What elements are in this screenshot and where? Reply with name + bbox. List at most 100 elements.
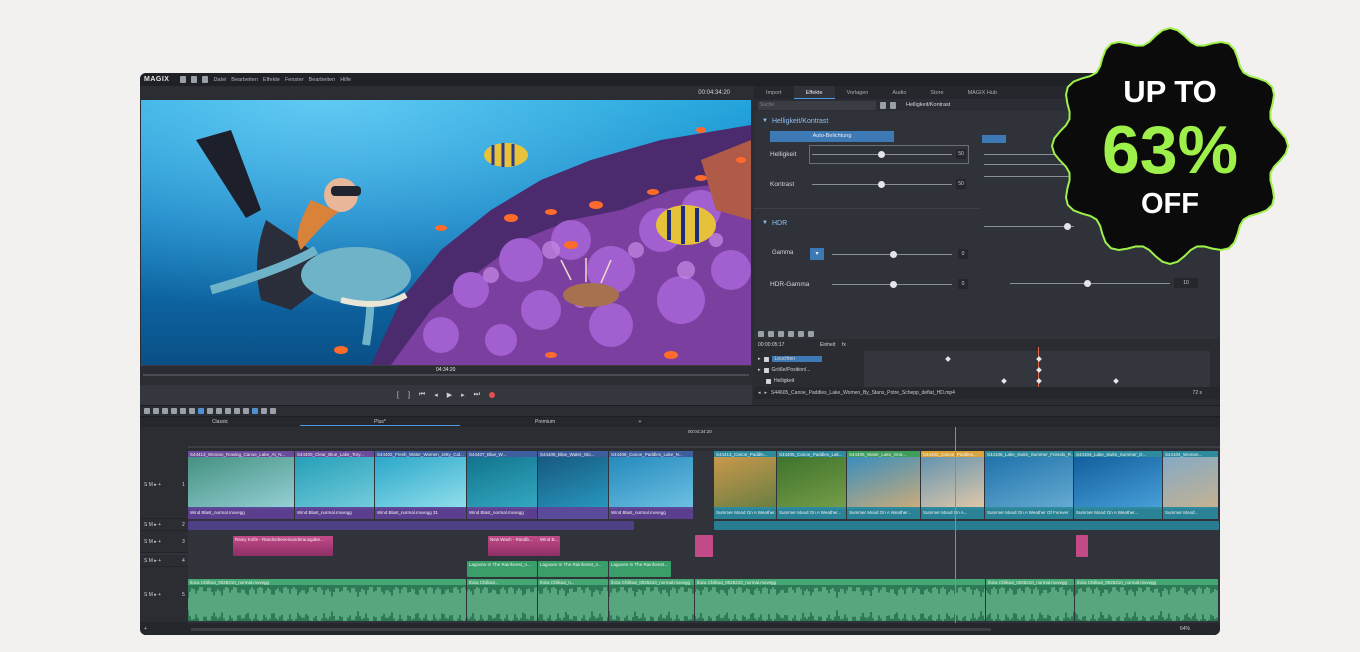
tab-import[interactable]: Import (754, 86, 794, 99)
menu-hilfe[interactable]: Hilfe (340, 77, 351, 83)
sub-clip[interactable]: Summer Mood On A Weather... (714, 509, 776, 519)
kf-delete-icon[interactable] (788, 331, 794, 337)
magnet-icon[interactable] (198, 408, 204, 414)
section-header-hdr[interactable]: ▼ HDR (754, 216, 979, 230)
record-icon[interactable] (488, 392, 495, 398)
track-controls[interactable]: S M ▸ + (144, 482, 161, 488)
sub-clip[interactable]: Wind Blast_normal.mxvegg (609, 509, 693, 519)
add-tab-icon[interactable]: + (630, 419, 650, 425)
save-icon[interactable] (202, 76, 209, 83)
skip-start-icon[interactable]: ⏮ (419, 391, 425, 399)
menu-effekte[interactable]: Effekte (263, 77, 280, 83)
sub-clip[interactable]: Wind Blast_normal.mxvegg (467, 509, 537, 519)
mode-icon[interactable] (252, 408, 258, 414)
mixer-icon[interactable] (270, 408, 276, 414)
lagoon-clip[interactable]: Lagoons In The Rainforest_n... (467, 561, 537, 577)
preview-scrubber[interactable]: 04:34:20 (140, 365, 752, 385)
expand-icon[interactable]: ▸ (758, 367, 761, 373)
ripple-icon[interactable] (243, 408, 249, 414)
audio-clip[interactable]: Ibiza Chillout_0026210_normal.mxvegg (695, 579, 985, 621)
audio-clip[interactable]: Ibiza Chillout_0026210_normal.mxvegg (609, 579, 694, 621)
step-back-icon[interactable]: ◂ (434, 391, 438, 399)
stretch-icon[interactable] (261, 408, 267, 414)
kf-checkbox[interactable] (763, 356, 769, 362)
hdr-gamma-knob[interactable] (890, 281, 897, 288)
auto-belichtung-button[interactable]: Auto-Belichtung (770, 131, 894, 142)
sub-clip[interactable]: Wind Blast_normal.mxvegg 31 (375, 509, 466, 519)
add-track-icon[interactable]: + (144, 626, 147, 632)
lagoon-clip[interactable]: Lagoons In The Rainforest... (609, 561, 671, 577)
fx-clip[interactable]: Rainy Knife - Randnebeneinanderausgabe..… (233, 536, 333, 556)
timeline-playhead[interactable] (955, 427, 956, 623)
audio-strip[interactable] (188, 521, 634, 530)
expand-icon[interactable]: ▸ (758, 356, 761, 362)
split-icon[interactable] (189, 408, 195, 414)
menu-datei[interactable]: Datei (213, 77, 226, 83)
step-forward-icon[interactable]: ▸ (461, 391, 465, 399)
transition-clip[interactable] (1076, 535, 1088, 557)
sub-clip[interactable]: Summer Mood On A Weather... (1074, 509, 1162, 519)
open-folder-icon[interactable] (191, 76, 198, 83)
tab-audio[interactable]: Audio (880, 86, 918, 99)
arranger-tab-plus[interactable]: Plus* (300, 419, 460, 426)
kf-checkbox[interactable] (766, 378, 771, 384)
filter-icon[interactable] (890, 101, 896, 109)
track-header[interactable]: S M ▸ + 2 (140, 519, 188, 531)
secondary-button[interactable] (982, 135, 1006, 143)
sub-clip[interactable]: Summer Mood... (1163, 509, 1218, 519)
gamma-knob[interactable] (890, 251, 897, 258)
track-controls[interactable]: S M ▸ + (144, 522, 161, 528)
helligkeit-knob[interactable] (878, 151, 885, 158)
tab-store[interactable]: Store (918, 86, 955, 99)
new-file-icon[interactable] (180, 76, 187, 83)
track-controls[interactable]: S M ▸ + (144, 539, 161, 545)
search-input[interactable]: Suche (758, 100, 876, 110)
track-header[interactable]: S M ▸ + 5 (140, 567, 188, 623)
track-header[interactable]: S M ▸ + 3 (140, 531, 188, 553)
sub-clip[interactable]: Wind Blast_normal.mxvegg (295, 509, 374, 519)
sub-clip[interactable]: Summer Mood On A Weather... (777, 509, 846, 519)
gamma-dropdown-chevron-down-icon[interactable]: ▾ (810, 248, 824, 260)
sub-clip[interactable]: Wind Blast_normal.mxvegg (188, 509, 294, 519)
video-preview[interactable] (141, 100, 751, 365)
undo-icon[interactable] (144, 408, 150, 414)
arranger-tab-premium[interactable]: Premium (460, 419, 630, 425)
fx-clip[interactable]: Wind B... (538, 536, 560, 556)
video-clip[interactable]: S44408_Blue_Water_Sto... (538, 451, 608, 519)
text-icon[interactable] (171, 408, 177, 414)
kf-paste-icon[interactable] (808, 331, 814, 337)
skip-end-icon[interactable]: ⏭ (474, 391, 480, 399)
transition-clip[interactable] (695, 535, 713, 557)
menu-fenster[interactable]: Fenster (285, 77, 304, 83)
unlink-icon[interactable] (216, 408, 222, 414)
arranger-tab-classic[interactable]: Classic (140, 419, 300, 425)
lagoon-clip[interactable]: Lagoons In The Rainforest_n... (538, 561, 608, 577)
mark-in-icon[interactable]: [ (397, 392, 399, 399)
kontrast-value[interactable]: 50 (956, 179, 966, 189)
track-header[interactable]: S M ▸ + 1 (140, 451, 188, 519)
menu-bearbeiten[interactable]: Bearbeiten (231, 77, 258, 83)
audio-clip[interactable]: Ibiza Chillout_n... (538, 579, 608, 621)
grid-view-icon[interactable] (880, 101, 886, 109)
horizontal-scrollbar[interactable] (190, 627, 991, 631)
track-controls[interactable]: S M ▸ + (144, 592, 161, 598)
track-controls[interactable]: S M ▸ + (144, 558, 161, 564)
nav-back-icon[interactable]: ◂ (758, 390, 761, 396)
kf-zoom[interactable]: 72 s (1193, 390, 1202, 396)
sub-clip[interactable]: Summer Mood On A Weather... (847, 509, 920, 519)
tab-effekte[interactable]: Effekte (793, 86, 835, 99)
audio-strip[interactable] (714, 521, 1219, 530)
nav-forward-icon[interactable]: ▸ (765, 390, 768, 396)
audio-clip[interactable]: Ibiza Chillout_0026210_normal.mxvegg (188, 579, 466, 621)
fx-clip[interactable]: New Wash - Randb... (488, 536, 538, 556)
tab-vorlagen[interactable]: Vorlagen (835, 86, 881, 99)
audio-clip[interactable]: Ibiza Chillout_0026210_normal.mxvegg (1075, 579, 1218, 621)
hdr-gamma-value[interactable]: 0 (958, 279, 968, 289)
kf-prev-icon[interactable] (758, 331, 764, 337)
time-ruler[interactable]: 00:04:34:20 (188, 427, 1220, 451)
marker-icon[interactable] (180, 408, 186, 414)
scrub-track[interactable] (143, 374, 749, 376)
helligkeit-value[interactable]: 50 (956, 149, 966, 159)
section-header-helligkeit[interactable]: ▼ Helligkeit/Kontrast (754, 114, 979, 128)
redo-icon[interactable] (153, 408, 159, 414)
